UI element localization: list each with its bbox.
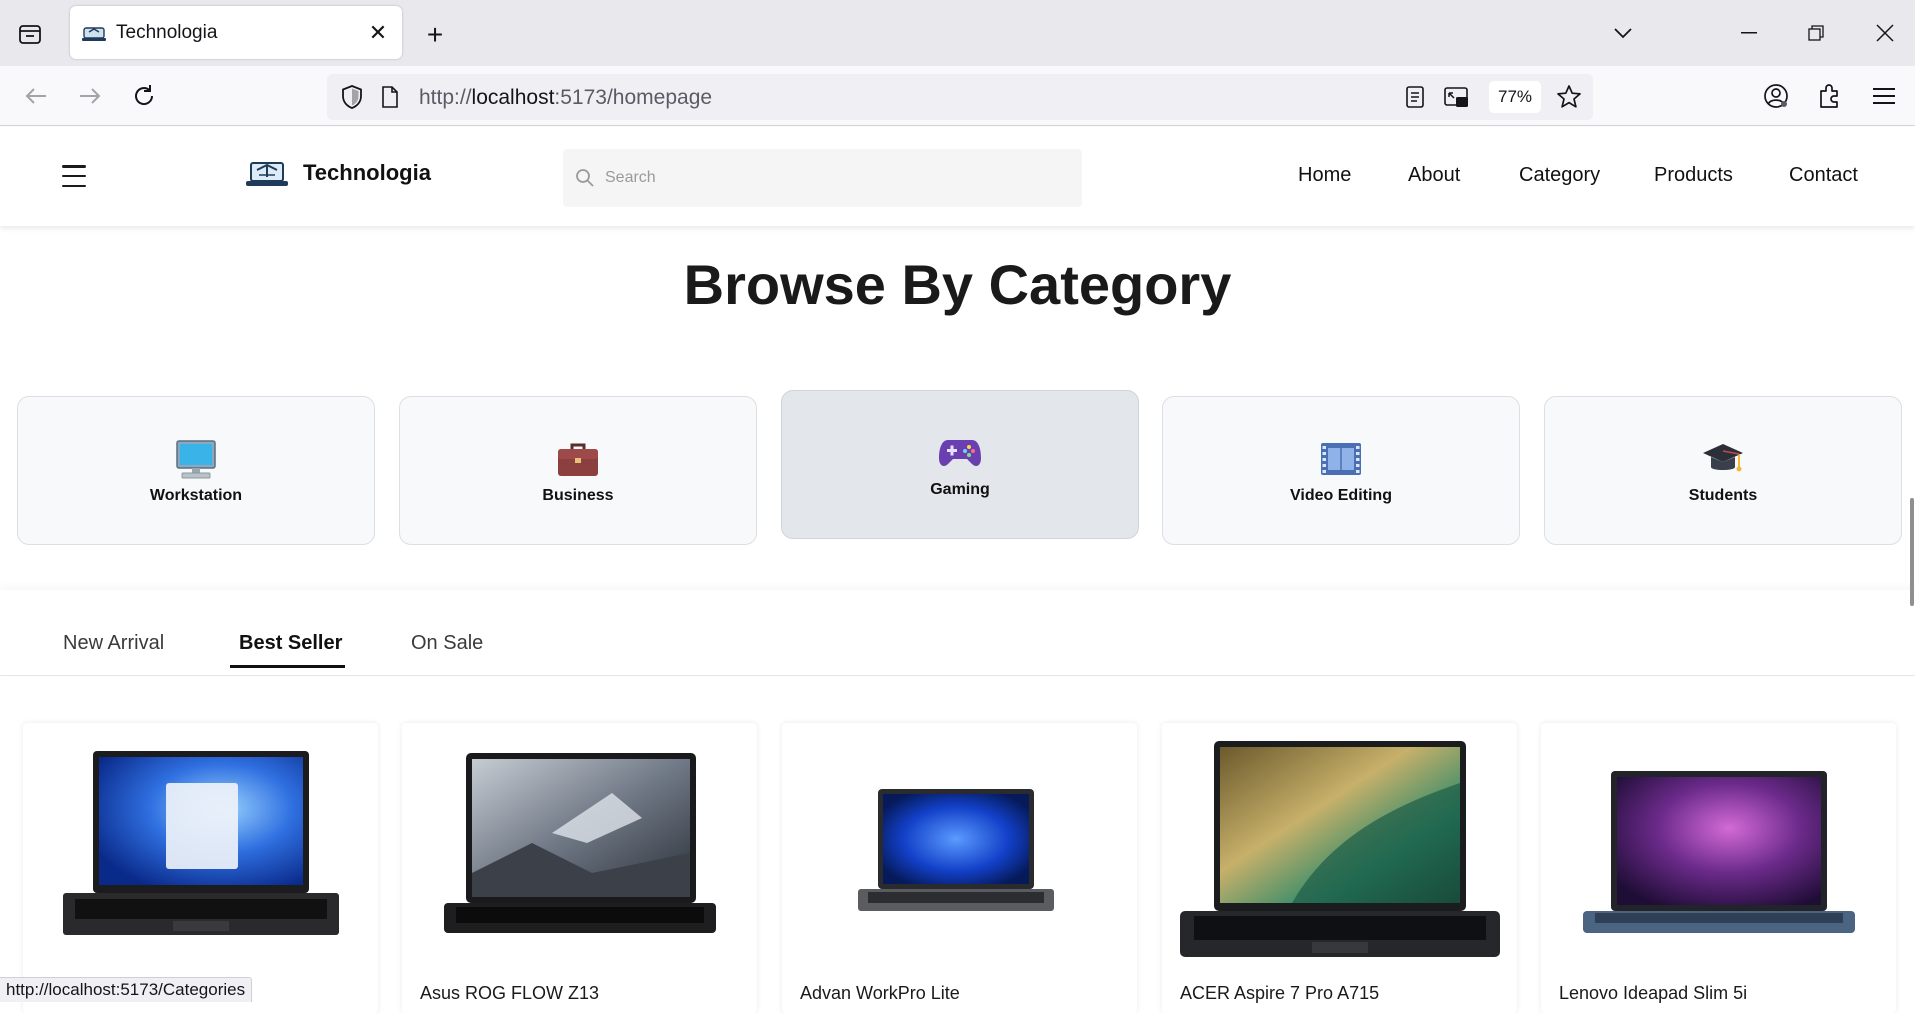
url-text[interactable]: http://localhost:5173/homepage: [419, 86, 712, 110]
category-label: Gaming: [930, 480, 990, 498]
desktop-computer-icon: [174, 437, 218, 481]
category-label: Workstation: [149, 486, 243, 504]
game-controller-icon: [938, 431, 982, 475]
back-arrow-icon[interactable]: [19, 79, 53, 113]
site-header: Technologia Home About Category Products…: [0, 127, 1915, 226]
page-info-icon[interactable]: [381, 86, 399, 113]
nav-link-products[interactable]: Products: [1654, 164, 1733, 187]
browser-nav-bar: http://localhost:5173/homepage 77%: [0, 66, 1915, 126]
product-name[interactable]: Advan WorkPro Lite: [800, 983, 960, 1004]
new-tab-icon[interactable]: +: [420, 19, 450, 50]
tab-list-chevron-icon[interactable]: [1608, 18, 1638, 48]
product-card[interactable]: Asus ROG FLOW Z13: [402, 723, 757, 1013]
active-tab-indicator: [230, 665, 345, 668]
product-name[interactable]: Lenovo Ideapad Slim 5i: [1559, 983, 1747, 1004]
bookmark-star-icon[interactable]: [1556, 84, 1582, 115]
product-card[interactable]: Lenovo Ideapad Slim 5i: [1541, 723, 1896, 1013]
reader-view-icon[interactable]: [1405, 85, 1425, 114]
site-favicon-icon: [82, 21, 106, 45]
briefcase-icon: [556, 437, 600, 481]
app-menu-icon[interactable]: [1867, 79, 1901, 113]
url-scheme: http://: [419, 86, 472, 109]
tab-overview-icon[interactable]: [14, 20, 46, 48]
extensions-puzzle-icon[interactable]: [1813, 79, 1847, 113]
page-scrollbar[interactable]: [1910, 498, 1914, 606]
tab-close-icon[interactable]: ✕: [366, 20, 390, 45]
product-name[interactable]: ACER Aspire 7 Pro A715: [1180, 983, 1379, 1004]
nav-link-home[interactable]: Home: [1298, 164, 1351, 187]
laptop-image: [444, 753, 716, 933]
category-card-video-editing[interactable]: Video Editing: [1162, 396, 1520, 545]
browser-tab-bar: Technologia ✕ +: [0, 0, 1915, 66]
category-card-gaming[interactable]: Gaming: [781, 390, 1139, 539]
brand-name: Technologia: [303, 160, 431, 185]
product-tabs: New Arrival Best Seller On Sale: [0, 590, 1915, 676]
laptop-image: [858, 789, 1054, 911]
address-bar[interactable]: http://localhost:5173/homepage 77%: [327, 74, 1593, 120]
nav-link-category[interactable]: Category: [1519, 164, 1600, 187]
nav-link-contact[interactable]: Contact: [1789, 164, 1858, 187]
search-icon: [576, 169, 594, 187]
laptop-image: [1583, 771, 1855, 933]
link-status-bar: http://localhost:5173/Categories: [0, 977, 253, 1002]
close-window-icon[interactable]: [1870, 18, 1900, 48]
category-card-workstation[interactable]: Workstation: [17, 396, 375, 545]
product-card[interactable]: [23, 723, 378, 1013]
forward-arrow-icon[interactable]: [73, 79, 107, 113]
tab-on-sale[interactable]: On Sale: [411, 632, 483, 655]
laptop-image: [63, 751, 339, 935]
product-card[interactable]: ACER Aspire 7 Pro A715: [1162, 723, 1517, 1013]
reload-icon[interactable]: [127, 79, 161, 113]
category-label: Business: [542, 486, 614, 504]
graduation-cap-icon: [1701, 437, 1745, 481]
category-card-business[interactable]: Business: [399, 396, 757, 545]
search-input[interactable]: [605, 169, 1045, 187]
category-label: Video Editing: [1290, 486, 1392, 504]
minimize-icon[interactable]: [1734, 18, 1764, 48]
film-frames-icon: [1319, 437, 1363, 481]
brand[interactable]: Technologia: [245, 155, 431, 191]
brand-logo-icon: [246, 162, 288, 186]
browser-tab-active[interactable]: Technologia ✕: [70, 6, 402, 59]
product-name[interactable]: Asus ROG FLOW Z13: [420, 983, 599, 1004]
restore-icon[interactable]: [1801, 18, 1831, 48]
laptop-image: [1180, 741, 1500, 957]
tab-new-arrival[interactable]: New Arrival: [63, 632, 164, 655]
url-path: :5173/homepage: [554, 86, 713, 109]
hamburger-menu-icon[interactable]: [62, 165, 86, 187]
nav-link-about[interactable]: About: [1408, 164, 1460, 187]
zoom-level-badge[interactable]: 77%: [1489, 81, 1541, 113]
url-host: localhost: [471, 86, 555, 109]
shield-icon[interactable]: [341, 85, 363, 114]
product-card[interactable]: Advan WorkPro Lite: [782, 723, 1137, 1013]
picture-in-picture-icon[interactable]: [1444, 85, 1470, 114]
account-icon[interactable]: [1759, 79, 1793, 113]
category-label: Students: [1688, 486, 1758, 504]
category-card-students[interactable]: Students: [1544, 396, 1902, 545]
tab-best-seller[interactable]: Best Seller: [239, 632, 342, 655]
section-title-browse: Browse By Category: [683, 253, 1232, 316]
search-box[interactable]: [563, 149, 1082, 207]
tab-title: Technologia: [116, 21, 218, 43]
